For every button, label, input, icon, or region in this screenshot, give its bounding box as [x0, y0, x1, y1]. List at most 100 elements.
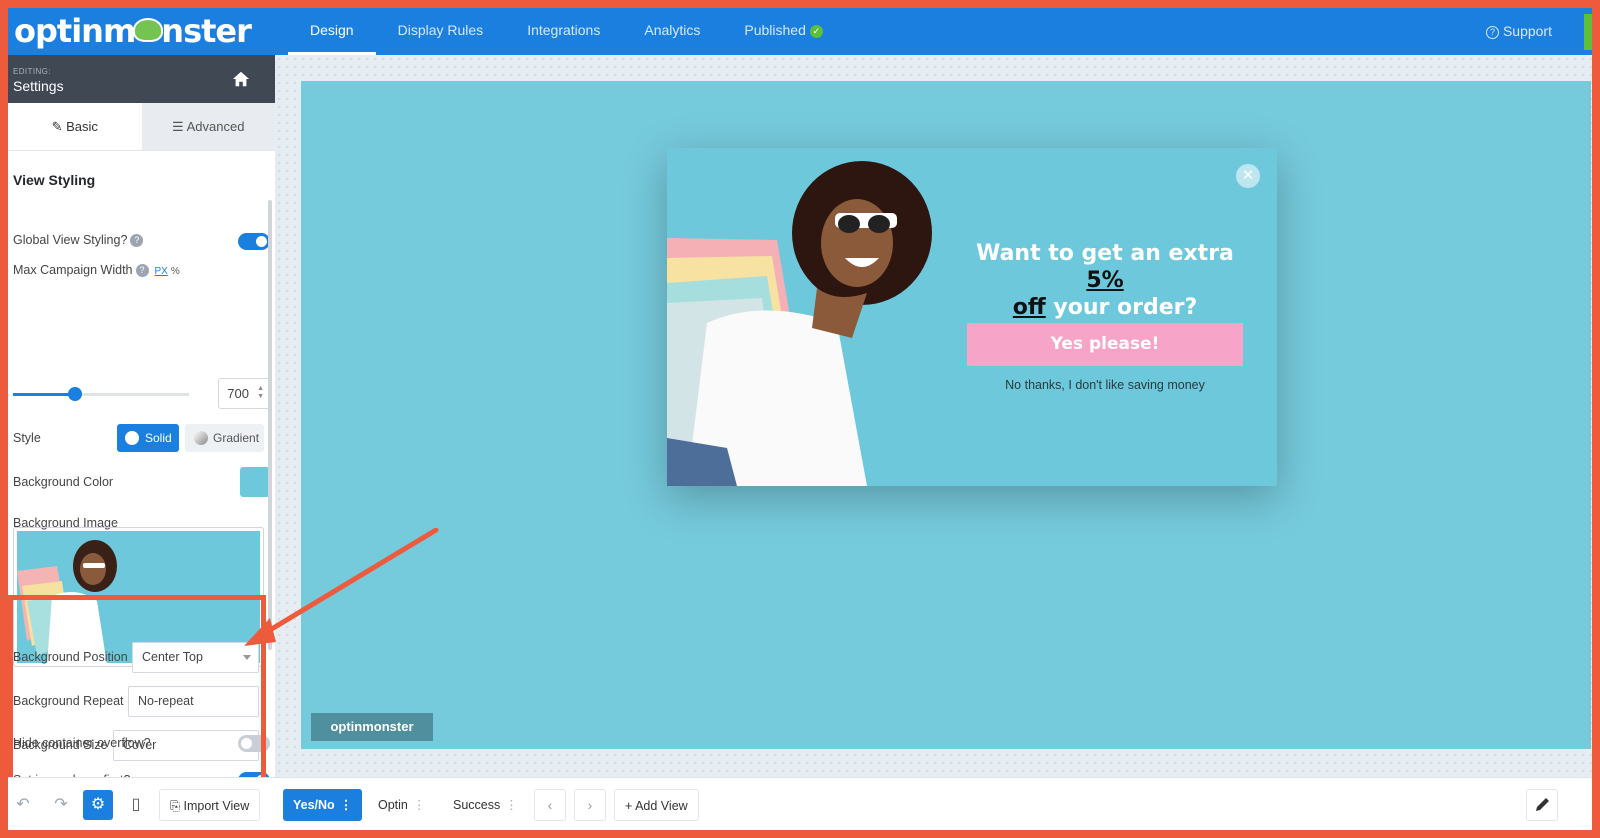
view-tab-label: Optin: [378, 798, 408, 812]
settings-sidebar: EDITING: Settings ✎ Basic ☰ Advanced Vie…: [8, 55, 275, 812]
style-row: Style Solid Gradient: [13, 424, 270, 452]
bg-color-swatch[interactable]: [240, 467, 270, 497]
bg-repeat-row: Background Repeat No-repeat: [13, 686, 270, 717]
view-tab-success[interactable]: Success ⋮: [443, 789, 528, 821]
optinmonster-logo[interactable]: optinm nster: [14, 12, 252, 50]
bg-repeat-value: No-repeat: [138, 694, 194, 708]
popup-headline[interactable]: Want to get an extra 5% off your order?: [967, 240, 1243, 321]
campaign-preview: ✕ Want to get an extra 5% off your order?…: [301, 81, 1591, 749]
style-solid-button[interactable]: Solid: [117, 424, 179, 452]
tab-advanced-label: Advanced: [186, 119, 245, 134]
more-icon[interactable]: ⋮: [413, 798, 426, 812]
spinner-arrows-icon[interactable]: ▲ ▼: [257, 385, 264, 401]
bg-color-label: Background Color: [13, 475, 114, 489]
import-view-button[interactable]: ⎘ Import View: [159, 789, 261, 821]
undo-icon[interactable]: ↶: [8, 790, 38, 820]
sliders-icon: ☰: [172, 119, 187, 134]
question-icon: ?: [1485, 25, 1499, 39]
main-nav-tabs: Design Display Rules Integrations Analyt…: [288, 8, 845, 55]
global-view-styling-toggle[interactable]: [238, 233, 270, 250]
add-view-button[interactable]: + Add View: [614, 789, 699, 821]
sidebar-content: View Styling Global View Styling?? Max C…: [8, 172, 275, 798]
bg-color-row: Background Color: [13, 467, 270, 497]
optinmonster-watermark: optinmonster: [311, 713, 433, 741]
max-width-slider[interactable]: [13, 387, 189, 401]
hide-overflow-toggle[interactable]: [238, 735, 270, 752]
headline-off: off: [1012, 295, 1046, 320]
woman-shopping-image: [667, 161, 932, 486]
next-view-icon[interactable]: ›: [574, 789, 606, 821]
design-canvas: ✕ Want to get an extra 5% off your order?…: [275, 55, 1592, 777]
bg-position-value: Center Top: [142, 650, 203, 664]
import-icon: ⎘: [170, 799, 184, 813]
edit-pencil-icon[interactable]: [1526, 789, 1558, 821]
style-gradient-button[interactable]: Gradient: [185, 424, 264, 452]
tab-display-rules[interactable]: Display Rules: [376, 8, 506, 55]
published-check-icon: ✓: [809, 24, 823, 38]
sidebar-scrollbar[interactable]: [268, 200, 272, 650]
home-icon[interactable]: [232, 70, 250, 88]
more-icon[interactable]: ⋮: [505, 798, 518, 812]
chevron-down-icon: [243, 655, 251, 660]
save-button-edge[interactable]: [1584, 14, 1592, 50]
hide-overflow-row: Hide container overflow?: [13, 735, 270, 755]
section-title: View Styling: [13, 172, 96, 188]
popup-campaign[interactable]: ✕ Want to get an extra 5% off your order?…: [667, 148, 1277, 486]
prev-view-icon[interactable]: ‹: [534, 789, 566, 821]
support-label: Support: [1502, 23, 1552, 39]
tab-analytics[interactable]: Analytics: [622, 8, 722, 55]
no-thanks-link[interactable]: No thanks, I don't like saving money: [967, 378, 1243, 392]
pencil-icon-glyph: [1536, 798, 1549, 811]
mobile-icon[interactable]: ▯: [121, 790, 151, 820]
bg-position-select[interactable]: Center Top: [132, 642, 259, 673]
tab-design[interactable]: Design: [288, 8, 376, 55]
sidebar-tabs: ✎ Basic ☰ Advanced: [8, 103, 275, 151]
bg-position-row: Background Position Center Top: [13, 642, 270, 673]
gear-icon[interactable]: ⚙: [83, 790, 113, 820]
hide-overflow-label: Hide container overflow?: [13, 736, 151, 750]
max-width-value: 700: [227, 386, 249, 401]
tab-integrations[interactable]: Integrations: [505, 8, 622, 55]
unit-percent-toggle[interactable]: %: [171, 266, 180, 277]
bottom-toolbar: ↶ ↷ ⚙ ▯ ⎘ Import View Yes/No ⋮ Optin ⋮ Suc…: [8, 777, 1592, 830]
view-tab-label: Success: [453, 798, 501, 812]
slider-thumb[interactable]: [68, 387, 82, 401]
bg-repeat-label: Background Repeat: [13, 694, 124, 708]
tab-published[interactable]: Published ✓: [722, 8, 845, 55]
tab-published-label: Published: [744, 22, 806, 38]
tab-advanced[interactable]: ☰ Advanced: [141, 103, 275, 150]
global-view-styling-label: Global View Styling?: [13, 233, 128, 247]
global-view-styling-row: Global View Styling??: [13, 233, 270, 253]
headline-part-1: Want to get an extra: [976, 241, 1234, 266]
style-label: Style: [13, 431, 41, 445]
redo-icon[interactable]: ↷: [46, 790, 76, 820]
headline-discount: 5%: [1086, 268, 1124, 293]
view-tab-yes-no[interactable]: Yes/No ⋮: [283, 789, 363, 821]
plus-icon: +: [625, 799, 636, 813]
support-link[interactable]: ? Support: [1485, 8, 1552, 55]
slider-fill: [13, 393, 75, 396]
app-frame: optinm nster Design Display Rules Integra…: [8, 8, 1592, 830]
editing-header: EDITING: Settings: [8, 55, 275, 103]
tab-basic-label: Basic: [66, 119, 98, 134]
monster-mascot-icon: [133, 18, 164, 42]
import-view-label: Import View: [183, 799, 250, 813]
top-navbar: optinm nster Design Display Rules Integra…: [8, 8, 1592, 55]
pencil-icon: ✎: [51, 119, 67, 134]
help-icon[interactable]: ?: [135, 264, 149, 278]
max-width-label: Max Campaign Width: [13, 263, 133, 277]
close-icon[interactable]: ✕: [1236, 164, 1260, 188]
bg-position-label: Background Position: [13, 650, 128, 664]
view-tab-optin[interactable]: Optin ⋮: [368, 789, 435, 821]
help-icon[interactable]: ?: [130, 234, 144, 248]
view-tab-label: Yes/No: [293, 798, 335, 812]
max-width-input[interactable]: 700 ▲ ▼: [218, 378, 270, 409]
add-view-label: Add View: [635, 799, 688, 813]
more-icon[interactable]: ⋮: [340, 798, 353, 812]
yes-please-button[interactable]: Yes please!: [967, 323, 1243, 366]
bg-repeat-select[interactable]: No-repeat: [128, 686, 259, 717]
unit-px-toggle[interactable]: PX: [155, 266, 168, 277]
tab-basic[interactable]: ✎ Basic: [8, 103, 142, 150]
max-width-row: Max Campaign Width? PX%: [13, 263, 270, 283]
headline-part-2: your order?: [1045, 295, 1198, 320]
